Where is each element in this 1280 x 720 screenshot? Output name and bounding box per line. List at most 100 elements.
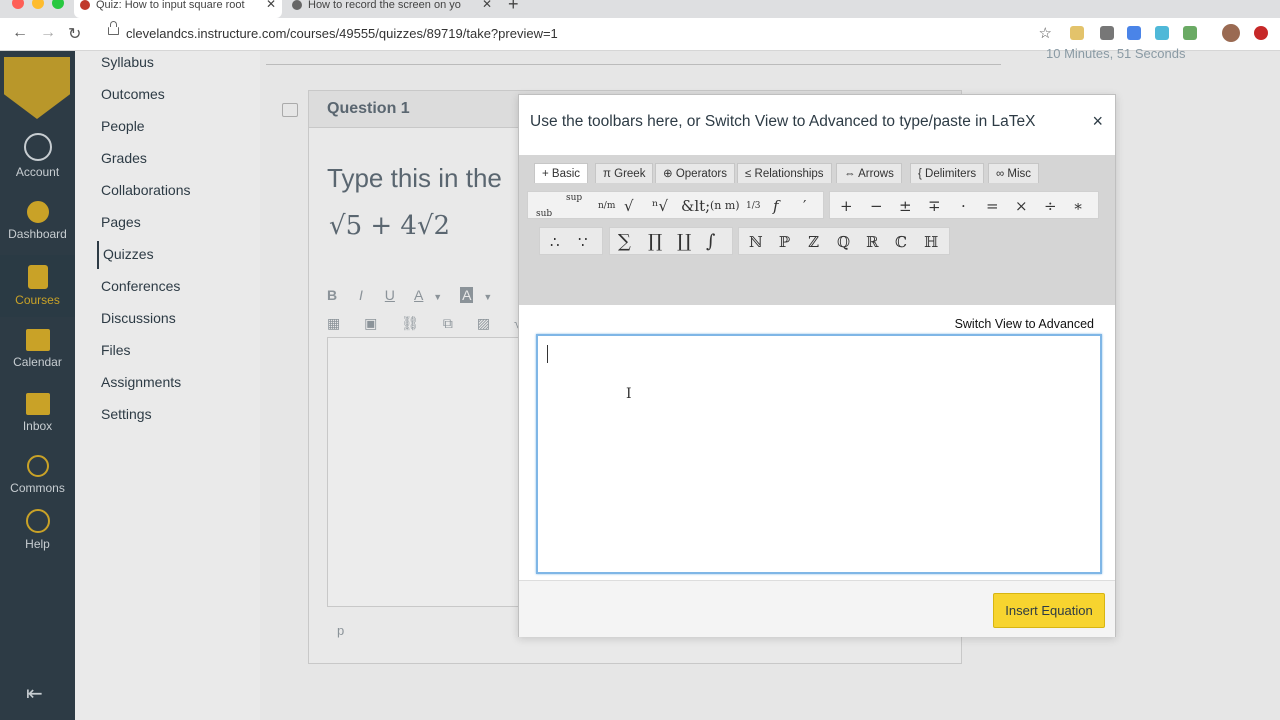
media-icon[interactable]: ▣	[364, 315, 377, 331]
nav-account[interactable]: Account	[0, 133, 75, 179]
underline-icon[interactable]: U	[385, 287, 395, 303]
browser-tab-quiz[interactable]: Quiz: How to input square root ✕	[74, 0, 282, 18]
equation-input[interactable]: I	[536, 334, 1102, 574]
link-icon[interactable]: ⛓	[401, 315, 419, 331]
complex-button[interactable]: ℂ	[895, 228, 907, 256]
maximize-window-button[interactable]	[52, 0, 64, 9]
nav-calendar[interactable]: Calendar	[0, 329, 75, 369]
insert-equation-button[interactable]: Insert Equation	[993, 593, 1105, 628]
nav-commons[interactable]: Commons	[0, 455, 75, 495]
address-bar[interactable]: clevelandcs.instructure.com/courses/4955…	[100, 21, 1060, 46]
course-nav-conferences[interactable]: Conferences	[101, 278, 180, 294]
url-text[interactable]: clevelandcs.instructure.com/courses/4955…	[126, 26, 558, 41]
superscript-button[interactable]: sup	[566, 184, 582, 212]
prime-button[interactable]: ′	[803, 192, 806, 220]
profile-avatar[interactable]	[1222, 24, 1240, 42]
course-nav-discussions[interactable]: Discussions	[101, 310, 176, 326]
record-extension-icon[interactable]	[1254, 26, 1268, 40]
course-nav-quizzes[interactable]: Quizzes	[97, 241, 154, 269]
school-logo[interactable]	[4, 57, 70, 119]
cloud-extension-icon[interactable]	[1155, 26, 1169, 40]
course-nav-syllabus[interactable]: Syllabus	[101, 54, 154, 70]
minimize-window-button[interactable]	[32, 0, 44, 9]
integers-button[interactable]: ℤ	[808, 228, 819, 256]
translate-extension-icon[interactable]	[1127, 26, 1141, 40]
course-nav-people[interactable]: People	[101, 118, 145, 134]
equals-button[interactable]: =	[986, 192, 999, 220]
plus-button[interactable]: +	[840, 192, 853, 220]
text-color-icon[interactable]: A	[414, 287, 423, 303]
tab-arrows[interactable]: ⇔ Arrows	[836, 163, 902, 183]
square-root-button[interactable]: √	[624, 192, 634, 220]
minus-plus-button[interactable]: ∓	[928, 192, 941, 220]
asterisk-button[interactable]: ∗	[1073, 192, 1083, 220]
image-icon[interactable]: ▨	[477, 315, 490, 331]
small-fraction-button[interactable]: 1/3	[746, 192, 760, 220]
course-nav-pages[interactable]: Pages	[101, 214, 141, 230]
fraction-button[interactable]: n/m	[598, 192, 615, 220]
divider	[266, 64, 1001, 65]
switch-view-link[interactable]: Switch View to Advanced	[955, 317, 1094, 331]
nav-inbox[interactable]: Inbox	[0, 393, 75, 433]
course-nav-files[interactable]: Files	[101, 342, 131, 358]
close-icon[interactable]: ×	[1092, 111, 1103, 132]
tab-basic[interactable]: + Basic	[534, 163, 589, 183]
product-button[interactable]: ∏	[648, 228, 662, 256]
course-nav-assignments[interactable]: Assignments	[101, 374, 181, 390]
subscript-button[interactable]: sub	[536, 200, 552, 228]
browser-tab-record[interactable]: How to record the screen on yo ✕	[286, 0, 498, 18]
chevron-down-icon[interactable]: ▼	[433, 292, 442, 302]
minus-button[interactable]: −	[870, 192, 883, 220]
tab-delimiters[interactable]: { Delimiters	[910, 163, 985, 183]
cdot-button[interactable]: ·	[961, 192, 966, 220]
because-button[interactable]: ∵	[578, 228, 588, 256]
chevron-down-icon[interactable]: ▼	[483, 292, 492, 302]
divide-button[interactable]: ÷	[1044, 192, 1057, 220]
reload-icon[interactable]: ↻	[68, 24, 81, 44]
html-entity-button[interactable]: &lt;	[681, 192, 710, 220]
coproduct-button[interactable]: ∐	[677, 228, 691, 256]
collapse-nav-icon[interactable]: ⇤	[26, 681, 43, 706]
new-tab-icon[interactable]: +	[508, 0, 519, 15]
flag-question-icon[interactable]	[282, 103, 298, 117]
function-button[interactable]: f	[773, 192, 779, 220]
unlink-icon[interactable]: ⧉	[443, 315, 453, 331]
question-text: Type this in the	[327, 163, 502, 193]
binomial-button[interactable]: (n m)	[710, 192, 740, 220]
course-nav-settings[interactable]: Settings	[101, 406, 152, 422]
nth-root-button[interactable]: ⁿ√	[652, 192, 668, 220]
close-tab-icon[interactable]: ✕	[266, 0, 276, 10]
nav-courses[interactable]: Courses	[0, 255, 75, 317]
course-nav-collaborations[interactable]: Collaborations	[101, 182, 191, 198]
highlight-color-icon[interactable]: A	[460, 287, 474, 303]
italic-icon[interactable]: I	[359, 287, 363, 303]
table-icon[interactable]: ▦	[327, 315, 340, 331]
back-icon[interactable]: ←	[12, 24, 28, 42]
tab-relationships[interactable]: ≤ Relationships	[737, 163, 832, 183]
quaternions-button[interactable]: ℍ	[924, 228, 938, 256]
course-nav-outcomes[interactable]: Outcomes	[101, 86, 165, 102]
therefore-button[interactable]: ∴	[550, 228, 560, 256]
forward-icon[interactable]: →	[40, 24, 56, 42]
extension-icon[interactable]	[1070, 26, 1084, 40]
rationals-button[interactable]: ℚ	[837, 228, 850, 256]
primes-button[interactable]: ℙ	[779, 228, 790, 256]
scissors-extension-icon[interactable]	[1100, 26, 1114, 40]
course-nav-grades[interactable]: Grades	[101, 150, 147, 166]
close-tab-icon[interactable]: ✕	[482, 0, 492, 10]
bold-icon[interactable]: B	[327, 287, 337, 303]
nav-help[interactable]: Help	[0, 509, 75, 551]
naturals-button[interactable]: ℕ	[749, 228, 763, 256]
reals-button[interactable]: ℝ	[866, 228, 878, 256]
inbox-extension-icon[interactable]	[1183, 26, 1197, 40]
tab-greek[interactable]: π Greek	[595, 163, 654, 183]
times-button[interactable]: ×	[1015, 192, 1028, 220]
bookmark-star-icon[interactable]: ☆	[1039, 24, 1052, 42]
sum-button[interactable]: ∑	[618, 228, 631, 256]
plus-minus-button[interactable]: ±	[899, 192, 912, 220]
close-window-button[interactable]	[12, 0, 24, 9]
nav-dashboard[interactable]: Dashboard	[0, 201, 75, 241]
integral-button[interactable]: ∫	[706, 228, 715, 256]
tab-operators[interactable]: ⊕ Operators	[655, 163, 735, 183]
tab-misc[interactable]: ∞ Misc	[988, 163, 1040, 183]
